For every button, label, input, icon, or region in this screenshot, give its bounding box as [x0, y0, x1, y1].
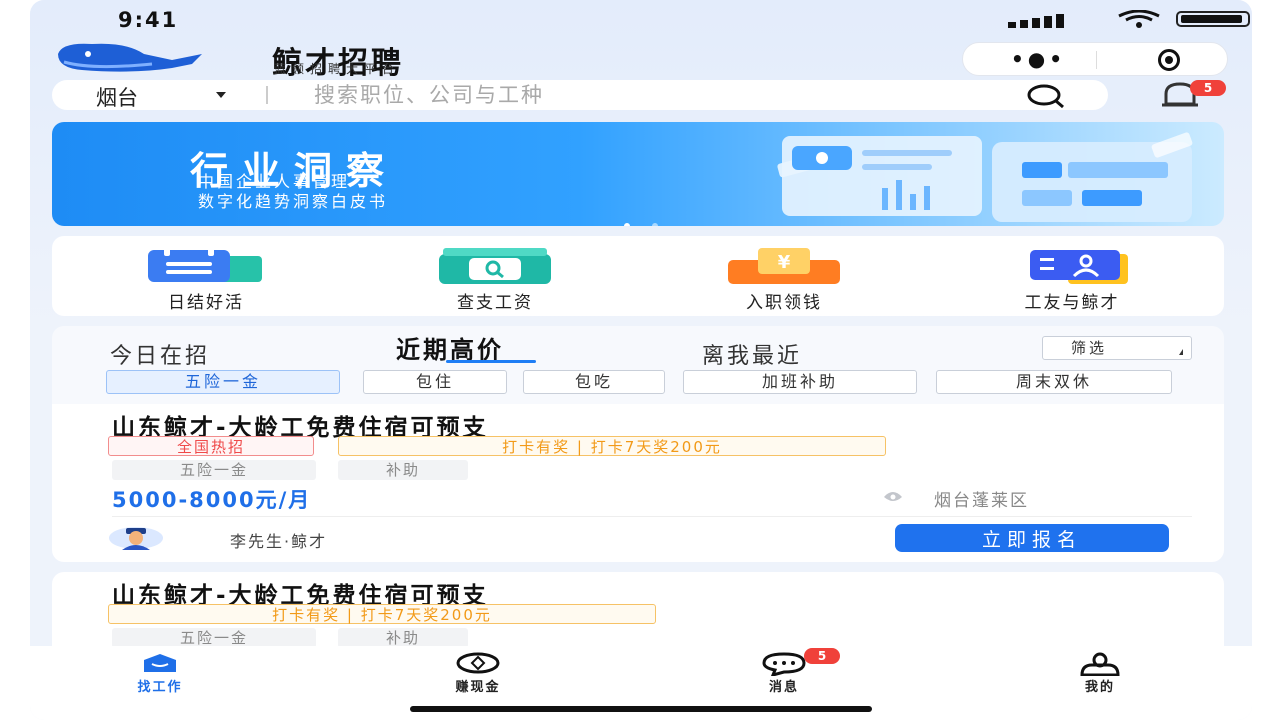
quick-entry-daily-work[interactable]: 日结好活	[106, 236, 306, 316]
card-divider	[112, 516, 1192, 517]
dashboard-illustration-icon	[777, 132, 1193, 222]
miniprogram-capsule: •●•	[962, 42, 1228, 76]
filter-label: 筛选	[1071, 339, 1108, 357]
apply-button[interactable]: 立即报名	[895, 524, 1169, 552]
tab-today-hiring[interactable]: 今日在招	[110, 338, 210, 370]
quick-entry-salary[interactable]: 查支工资	[395, 236, 595, 316]
home-indicator	[410, 706, 872, 712]
app-subtitle: 蓝领招聘大平台	[274, 62, 401, 76]
recruiter-name: 李先生·鲸才	[230, 532, 328, 551]
notification-badge: 5	[1190, 80, 1226, 96]
chip-insurance[interactable]: 五险一金	[106, 370, 340, 394]
active-tab-indicator	[446, 360, 536, 363]
nav-messages[interactable]: 5 消息	[724, 646, 844, 706]
job-location: 烟台蓬莱区	[884, 486, 1029, 511]
quick-entry-label: 日结好活	[168, 293, 244, 313]
wifi-icon	[1118, 10, 1160, 28]
prize-tag: 打卡有奖 | 打卡7天奖200元	[338, 436, 886, 456]
search-bar: 烟台	[52, 80, 1108, 110]
chip-weekends-off[interactable]: 周末双休	[936, 370, 1172, 394]
job-list-header: 今日在招 近期高价 离我最近 筛选 五险一金 包住 包吃 加班补助 周末双休	[52, 326, 1224, 404]
salary: 5000-8000元/月	[112, 488, 312, 512]
home-icon	[144, 654, 176, 672]
quick-entry-label: 入职领钱	[746, 293, 822, 313]
filter-button[interactable]: 筛选	[1042, 336, 1192, 360]
benefit-tag: 补助	[338, 628, 468, 648]
target-icon[interactable]	[1158, 49, 1180, 71]
quick-entry-label: 工友与鲸才	[1024, 293, 1120, 313]
nav-label: 消息	[768, 680, 799, 695]
search-icon[interactable]	[1026, 83, 1066, 109]
battery-icon	[1176, 11, 1250, 27]
prize-tag: 打卡有奖 | 打卡7天奖200元	[108, 604, 656, 624]
search-wallet-icon	[439, 248, 551, 284]
chip-meals[interactable]: 包吃	[523, 370, 665, 394]
svg-text:¥: ¥	[778, 252, 791, 273]
capsule-divider	[1096, 51, 1097, 69]
quick-entry-coworker[interactable]: 工友与鲸才	[972, 236, 1172, 316]
whale-logo-icon	[58, 43, 202, 72]
yuan-wallet-icon: ¥	[728, 248, 840, 284]
calendar-icon	[148, 248, 262, 282]
quick-entry-onboard-bonus[interactable]: ¥ 入职领钱	[684, 236, 884, 316]
chip-housing[interactable]: 包住	[363, 370, 507, 394]
chip-overtime[interactable]: 加班补助	[683, 370, 917, 394]
location-pin-icon	[884, 492, 902, 501]
coin-icon	[456, 652, 500, 674]
location-text: 烟台蓬莱区	[934, 491, 1029, 511]
avatar	[109, 527, 163, 550]
nav-profile[interactable]: 我的	[1040, 646, 1160, 706]
hot-tag: 全国热招	[108, 436, 314, 456]
pagination-dot	[624, 223, 630, 226]
user-icon	[1080, 652, 1120, 676]
search-divider	[266, 86, 268, 104]
benefit-chip-row: 五险一金 包住 包吃 加班补助 周末双休	[52, 370, 1224, 394]
message-badge: 5	[804, 648, 840, 664]
banner-subtitle-line: 中国企业人事管理	[198, 172, 351, 191]
promo-banner[interactable]: 行业洞察 中国企业人事管理 数字化趋势洞察白皮书	[52, 122, 1224, 226]
id-card-icon	[1030, 250, 1128, 284]
banner-subtitle: 中国企业人事管理 数字化趋势洞察白皮书	[198, 172, 388, 212]
benefit-tag: 五险一金	[112, 628, 316, 648]
job-card[interactable]: 山东鲸才-大龄工免费住宿可预支 全国热招 打卡有奖 | 打卡7天奖200元 五险…	[52, 404, 1224, 562]
city-selector[interactable]: 烟台	[96, 82, 138, 112]
banner-pagination	[624, 214, 694, 226]
nav-label: 找工作	[137, 680, 183, 695]
filter-triangle-icon	[1179, 349, 1183, 355]
signal-icon	[1008, 14, 1064, 28]
pagination-dot	[652, 223, 658, 226]
search-input[interactable]	[314, 82, 914, 108]
nav-earn-cash[interactable]: 赚现金	[418, 646, 538, 706]
status-time: 9:41	[118, 8, 179, 32]
chat-icon	[762, 652, 806, 676]
app-screen: 9:41 鲸才招聘 蓝领招聘大平台 •●• 烟台 5	[30, 0, 1252, 720]
quick-entry-label: 查支工资	[457, 293, 533, 313]
more-dots-icon[interactable]: •●•	[1011, 49, 1066, 69]
chevron-down-icon[interactable]	[216, 92, 226, 98]
tab-nearest[interactable]: 离我最近	[702, 338, 802, 370]
nav-find-job[interactable]: 找工作	[100, 646, 220, 706]
benefit-tag: 补助	[338, 460, 468, 480]
quick-entry-bar: 日结好活 查支工资 ¥ 入职领钱 工友与鲸才	[52, 236, 1224, 316]
nav-label: 赚现金	[455, 680, 501, 695]
banner-subtitle-line: 数字化趋势洞察白皮书	[198, 192, 389, 211]
benefit-tag: 五险一金	[112, 460, 316, 480]
nav-label: 我的	[1084, 680, 1115, 695]
